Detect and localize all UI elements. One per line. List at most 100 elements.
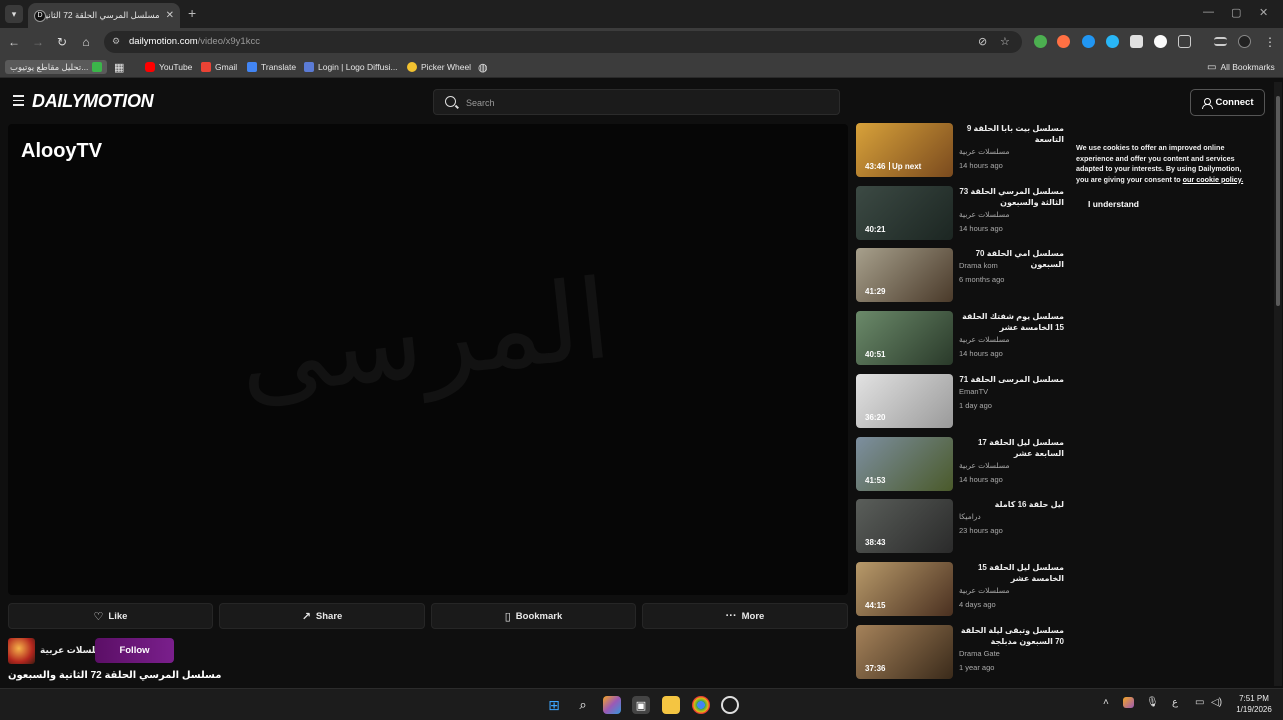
- language-indicator[interactable]: ع: [1172, 697, 1178, 708]
- connect-button[interactable]: Connect: [1190, 89, 1265, 116]
- like-button[interactable]: ♡ Like: [8, 603, 213, 629]
- up-next-item[interactable]: 37:36 مسلسل وتبقى ليلة الحلقة 70 السبعون …: [856, 624, 1066, 681]
- close-window-icon[interactable]: ✕: [1259, 6, 1268, 19]
- new-tab-icon[interactable]: +: [188, 5, 196, 21]
- extension-icon[interactable]: [1034, 35, 1047, 48]
- up-next-item[interactable]: 40:51 مسلسل يوم شفتك الحلقة 15 الخامسة عش…: [856, 311, 1066, 367]
- store-icon[interactable]: ▣: [632, 696, 650, 714]
- up-next-title[interactable]: مسلسل وتبقى ليلة الحلقة 70 السبعون مدبلج…: [959, 625, 1064, 647]
- video-thumbnail[interactable]: 44:15: [856, 561, 953, 616]
- up-next-title[interactable]: مسلسل ليل الحلقة 15 الخامسة عشر: [959, 562, 1064, 584]
- back-arrow-icon[interactable]: ←: [5, 33, 23, 51]
- extension-icon[interactable]: [1082, 35, 1095, 48]
- network-icon[interactable]: ▭: [1195, 697, 1204, 708]
- video-thumbnail[interactable]: 40:21: [856, 185, 953, 240]
- up-next-item[interactable]: 40:21 مسلسل المرسي الحلقة 73 الثالثة والس…: [856, 185, 1066, 242]
- windows-start-icon[interactable]: ⊞: [545, 696, 563, 714]
- globe-icon[interactable]: ◍: [478, 60, 488, 74]
- bookmark-item[interactable]: تحليل مقاطع يوتيوب...: [5, 60, 108, 74]
- video-thumbnail[interactable]: 40:51: [856, 311, 953, 366]
- reload-icon[interactable]: ↻: [53, 33, 71, 51]
- video-thumbnail[interactable]: 36:20: [856, 373, 953, 428]
- search-taskbar-icon[interactable]: ⌕: [574, 696, 592, 714]
- browser-menu-icon[interactable]: ⋮: [1261, 33, 1279, 51]
- file-explorer-icon[interactable]: [662, 696, 680, 714]
- bookmark-star-icon[interactable]: ☆: [1000, 35, 1010, 48]
- profile-avatar-icon[interactable]: [1238, 35, 1251, 48]
- close-tab-icon[interactable]: ✕: [166, 10, 174, 21]
- bookmark-item-youtube[interactable]: YouTube: [145, 60, 192, 74]
- share-button[interactable]: ↗ Share: [219, 603, 425, 629]
- extension-icon[interactable]: [1106, 35, 1119, 48]
- up-next-title[interactable]: مسلسل المرسي الحلقة 73 الثالثة والسبعون: [959, 186, 1064, 208]
- all-bookmarks-folder[interactable]: ▭ All Bookmarks: [1207, 60, 1275, 74]
- page-scrollbar[interactable]: [1274, 82, 1282, 686]
- up-next-item[interactable]: 43:46 Up next مسلسل بيت بابا الحلقة 9 التا…: [856, 123, 1066, 179]
- channel-avatar[interactable]: [8, 638, 35, 664]
- video-thumbnail[interactable]: 38:43: [856, 499, 953, 554]
- dailymotion-logo[interactable]: DAILYMOTION: [32, 91, 154, 112]
- bookmark-item-gmail[interactable]: Gmail: [201, 60, 237, 74]
- up-next-channel[interactable]: Drama Gate: [959, 649, 1000, 658]
- extension-icon[interactable]: [1130, 35, 1143, 48]
- cookie-policy-link[interactable]: our cookie policy.: [1183, 175, 1244, 184]
- minimize-window-icon[interactable]: —: [1203, 6, 1214, 18]
- up-next-item[interactable]: 38:43 ليل حلقة 16 كاملة دراميكا 23 hours ag…: [856, 499, 1066, 555]
- maximize-window-icon[interactable]: ▢: [1231, 6, 1241, 19]
- up-next-channel[interactable]: مسلسلات عربية: [959, 210, 1010, 219]
- up-next-channel[interactable]: Drama kom: [959, 261, 998, 270]
- up-next-item[interactable]: 41:29 مسلسل امي الحلقة 70 السبعون Drama ko…: [856, 248, 1066, 304]
- up-next-channel[interactable]: EmanTV: [959, 387, 988, 396]
- up-next-channel[interactable]: مسلسلات عربية: [959, 335, 1010, 344]
- follow-button[interactable]: Follow: [95, 638, 174, 663]
- bookmark-item-picker-wheel[interactable]: Picker Wheel: [407, 60, 471, 74]
- video-thumbnail[interactable]: 37:36: [856, 624, 953, 679]
- video-player[interactable]: المرسى AlooyTV: [8, 124, 848, 595]
- video-thumbnail[interactable]: 43:46 Up next: [856, 123, 953, 177]
- url-text[interactable]: dailymotion.com/video/x9y1kcc: [129, 36, 260, 47]
- up-next-title[interactable]: مسلسل المرسى الحلقة 71: [959, 374, 1064, 385]
- reading-list-icon[interactable]: [1214, 37, 1227, 46]
- microphone-icon[interactable]: 🎙: [1146, 697, 1159, 708]
- volume-icon[interactable]: ◁): [1211, 697, 1222, 708]
- scrollbar-thumb[interactable]: [1276, 96, 1280, 306]
- search-input[interactable]: [466, 95, 826, 110]
- video-thumbnail[interactable]: 41:53: [856, 436, 953, 491]
- extension-icon[interactable]: [1057, 35, 1070, 48]
- forward-arrow-icon[interactable]: →: [29, 33, 47, 51]
- video-thumbnail[interactable]: 41:29: [856, 248, 953, 303]
- search-box[interactable]: [433, 89, 840, 115]
- hamburger-menu-icon[interactable]: [13, 95, 24, 106]
- tray-copilot-icon[interactable]: [1123, 697, 1134, 708]
- tray-chevron-up-icon[interactable]: ˄: [1103, 697, 1109, 708]
- tab-search-chevron-icon[interactable]: ▾: [5, 5, 23, 23]
- taskbar-clock[interactable]: 7:51 PM 1/19/2026: [1229, 693, 1279, 715]
- up-next-item[interactable]: 41:53 مسلسل ليل الحلقة 17 السابعة عشر مسلس…: [856, 436, 1066, 493]
- chrome-icon[interactable]: [692, 696, 710, 714]
- address-bar[interactable]: ⚙ dailymotion.com/video/x9y1kcc ⊘ ☆: [104, 31, 1022, 53]
- puzzle-extensions-icon[interactable]: [1178, 35, 1191, 48]
- extension-icon[interactable]: [1154, 35, 1167, 48]
- up-next-channel[interactable]: مسلسلات عربية: [959, 147, 1010, 156]
- home-icon[interactable]: ⌂: [77, 33, 95, 51]
- eye-off-icon[interactable]: ⊘: [978, 35, 987, 48]
- cookie-understand-button[interactable]: I understand: [1088, 199, 1139, 209]
- up-next-title[interactable]: ليل حلقة 16 كاملة: [959, 499, 1064, 510]
- up-next-title[interactable]: مسلسل بيت بابا الحلقة 9 التاسعة: [959, 123, 1064, 145]
- up-next-channel[interactable]: مسلسلات عربية: [959, 586, 1010, 595]
- copilot-icon[interactable]: [603, 696, 621, 714]
- bookmark-item-translate[interactable]: Translate: [247, 60, 296, 74]
- bookmark-item-login[interactable]: Login | Logo Diffusi...: [304, 60, 398, 74]
- up-next-item[interactable]: 44:15 مسلسل ليل الحلقة 15 الخامسة عشر مسلس…: [856, 561, 1066, 618]
- up-next-channel[interactable]: مسلسلات عربية: [959, 461, 1010, 470]
- app-icon[interactable]: [721, 696, 739, 714]
- more-button[interactable]: ··· More: [642, 603, 848, 629]
- browser-tab-active[interactable]: D مسلسل المرسي الحلقة 72 الثانية ✕: [28, 3, 180, 28]
- up-next-title[interactable]: مسلسل ليل الحلقة 17 السابعة عشر: [959, 437, 1064, 459]
- site-info-icon[interactable]: ⚙: [112, 36, 124, 48]
- bookmark-button[interactable]: ▯ Bookmark: [431, 603, 636, 629]
- apps-grid-icon[interactable]: ▦: [114, 60, 124, 74]
- up-next-channel[interactable]: دراميكا: [959, 512, 981, 521]
- up-next-item[interactable]: 36:20 مسلسل المرسى الحلقة 71 EmanTV 1 day a…: [856, 373, 1066, 430]
- up-next-title[interactable]: مسلسل يوم شفتك الحلقة 15 الخامسة عشر: [959, 311, 1064, 333]
